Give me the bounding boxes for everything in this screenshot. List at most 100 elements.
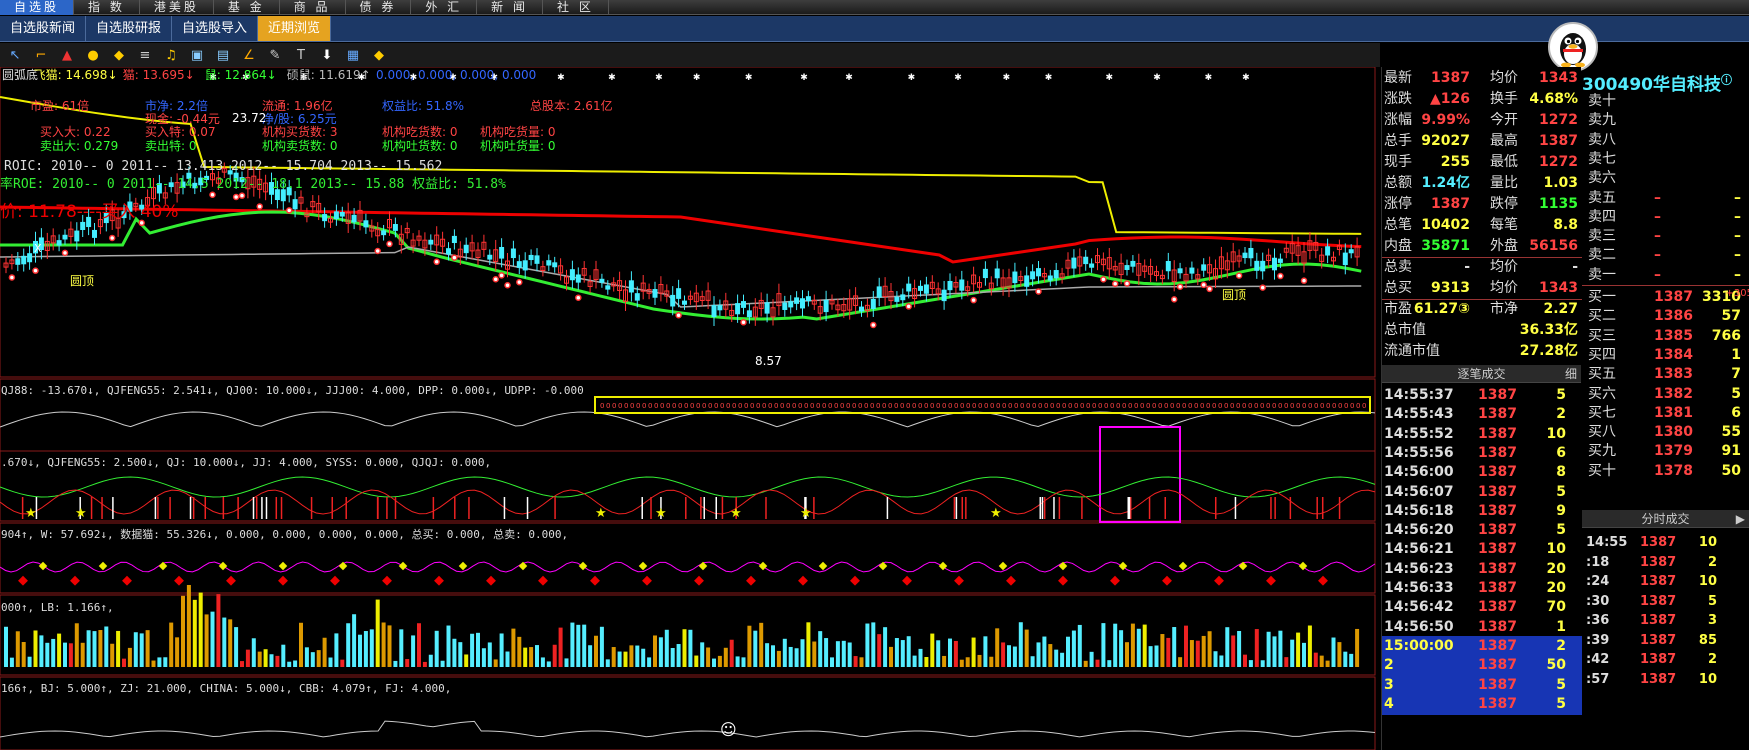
menu-item-3[interactable]: 基 金	[214, 0, 280, 15]
menu-item-6[interactable]: 外 汇	[411, 0, 478, 15]
subtab-1[interactable]: 自选股研报	[86, 16, 173, 41]
subtab-2[interactable]: 自选股导入	[172, 16, 259, 41]
pin2-icon[interactable]: ⬇	[318, 46, 336, 64]
volume-bar	[210, 611, 215, 667]
osc-mark: 0	[720, 402, 724, 410]
tick-detail-tab[interactable]: 细	[1565, 365, 1577, 383]
quote-row: 涨跌 ▲126 换手 4.68%	[1382, 89, 1582, 110]
pin-icon[interactable]: ▲	[58, 46, 76, 64]
text-icon[interactable]: T	[292, 46, 310, 64]
info-icon[interactable]: ⓘ	[1721, 73, 1732, 86]
line-tool-icon[interactable]: ⌐	[32, 46, 50, 64]
ask-row[interactable]: 卖五 – –	[1582, 188, 1749, 209]
candle-body	[27, 253, 33, 263]
minute-price: 1387	[1640, 652, 1677, 667]
bid-row[interactable]: 买十 1378 50	[1582, 461, 1749, 482]
candle-body	[652, 289, 658, 298]
bid-row[interactable]: 买三 1385 766	[1582, 326, 1749, 347]
bid-row[interactable]: 买四 1384 1	[1582, 345, 1749, 366]
alert-icon[interactable]: ◆	[370, 46, 388, 64]
warning-icon[interactable]: ◆	[110, 46, 128, 64]
tick-row: 14:56:07 1387 5	[1382, 482, 1582, 503]
menu-item-8[interactable]: 社 区	[543, 0, 609, 15]
quote-value-2: 1.03	[1543, 175, 1578, 191]
sub-panel-header: 904↑, W: 57.692↓, 数据猫: 55.326↓, 0.000, 0…	[1, 527, 568, 541]
minute-trades-header[interactable]: 分时成交 ▶	[1582, 510, 1749, 528]
quote-value-2: 36.33亿	[1519, 322, 1578, 338]
main-header-item: 猫: 13.695↓	[123, 68, 195, 82]
menu-item-0[interactable]: 自选股	[0, 0, 75, 15]
selection-box[interactable]	[1099, 426, 1181, 523]
bid-row[interactable]: 买八 1380 55	[1582, 422, 1749, 443]
picture-icon[interactable]: ▣	[188, 46, 206, 64]
red-diamond	[122, 575, 132, 586]
volume-bar	[399, 629, 404, 667]
osc-mark: 0	[1326, 402, 1330, 410]
volume-bar	[611, 647, 616, 667]
volume-bar	[316, 650, 321, 667]
quote-label: 总市值	[1384, 322, 1426, 338]
image-icon[interactable]: ▤	[214, 46, 232, 64]
bid-row[interactable]: 买五 1383 7	[1582, 364, 1749, 385]
volume-bar	[1355, 628, 1360, 667]
book-price: 1386	[1654, 308, 1693, 325]
minute-time: :39	[1586, 632, 1610, 648]
menu-item-1[interactable]: 指 数	[74, 0, 140, 15]
candle-body	[947, 280, 953, 291]
kline-chart-svg[interactable]: ✱ ✱ ✱ ✱ ✱ ✱ ✱ ✱ ✱ ✱ ✱ ✱ ✱ ✱ ✱ ✱ ✱ ✱ ✱ ✱ ✱ ✱圆弧底飞猫: 14.698↓ 猫: 1…	[0, 67, 1380, 750]
quote-label-2: 量比	[1490, 175, 1518, 191]
tick-time: 14:56:21	[1384, 541, 1454, 558]
ask-row[interactable]: 卖七	[1582, 149, 1749, 170]
signal-dot	[675, 311, 682, 319]
osc-mark: 0	[1104, 402, 1108, 410]
stock-icon[interactable]: ▦	[344, 46, 362, 64]
ask-row[interactable]: 卖二 – –	[1582, 245, 1749, 266]
menu-item-7[interactable]: 新 闻	[477, 0, 543, 15]
osc-mark: 0	[1134, 402, 1138, 410]
bell-icon[interactable]: ♫	[162, 46, 180, 64]
pointer-icon[interactable]: ↖	[6, 46, 24, 64]
measure-icon[interactable]: ✎	[266, 46, 284, 64]
osc-mark: 0	[1236, 402, 1240, 410]
quote-value-2: 1343	[1539, 70, 1578, 86]
volume-bar	[1284, 657, 1289, 667]
book-price: 1385	[1654, 327, 1693, 344]
menu-item-2[interactable]: 港美股	[140, 0, 214, 15]
dots-icon[interactable]: ●	[84, 46, 102, 64]
kline-chart-area[interactable]: ✱ ✱ ✱ ✱ ✱ ✱ ✱ ✱ ✱ ✱ ✱ ✱ ✱ ✱ ✱ ✱ ✱ ✱ ✱ ✱ ✱ ✱ 圆弧底 飞猫: 14.698↓ 猫: 1…	[0, 67, 1380, 750]
quote-label: 总笔	[1384, 217, 1412, 233]
tick-row: 14:56:50 1387 1	[1382, 617, 1582, 638]
ask-row[interactable]: 卖六	[1582, 168, 1749, 189]
play-arrow-icon[interactable]: ▶	[1736, 510, 1745, 528]
ask-row[interactable]: 卖四 – –	[1582, 207, 1749, 228]
subtab-0[interactable]: 自选股新闻	[0, 16, 87, 41]
volume-bar	[535, 645, 539, 667]
volume-bar	[1101, 623, 1106, 667]
volume-bar	[15, 631, 20, 667]
bid-row[interactable]: 买七 1381 6	[1582, 403, 1749, 424]
ask-row[interactable]: 卖九	[1582, 110, 1749, 131]
tick-time: 14:56:50	[1384, 618, 1454, 635]
list-icon[interactable]: ≡	[136, 46, 154, 64]
subtab-3[interactable]: 近期浏览	[258, 16, 332, 41]
book-price: 1384	[1654, 346, 1693, 363]
bid-row[interactable]: 买一13873310+305	[1582, 285, 1749, 308]
menu-item-5[interactable]: 债 券	[346, 0, 412, 15]
qq-penguin-icon[interactable]	[1548, 22, 1598, 72]
tick-trades-header[interactable]: 逐笔成交 细	[1382, 365, 1581, 383]
menu-item-4[interactable]: 商 品	[280, 0, 346, 15]
volume-bar	[889, 646, 893, 667]
angle-icon[interactable]: ∠	[240, 46, 258, 64]
osc-mark: 0	[1332, 402, 1336, 410]
bid-row[interactable]: 买二 1386 57	[1582, 306, 1749, 327]
ask-row[interactable]: 卖八	[1582, 130, 1749, 151]
red-diamond	[1266, 575, 1276, 586]
volume-bar	[841, 640, 846, 667]
ask-row[interactable]: 卖一 – –	[1582, 265, 1749, 286]
bid-row[interactable]: 买九 1379 91	[1582, 441, 1749, 462]
bid-row[interactable]: 买六 1382 5	[1582, 384, 1749, 405]
candle-body	[1342, 252, 1348, 266]
ask-row[interactable]: 卖三 – –	[1582, 226, 1749, 247]
quote-value-2: 1272	[1539, 112, 1578, 128]
ask-row[interactable]: 卖十	[1582, 91, 1749, 112]
